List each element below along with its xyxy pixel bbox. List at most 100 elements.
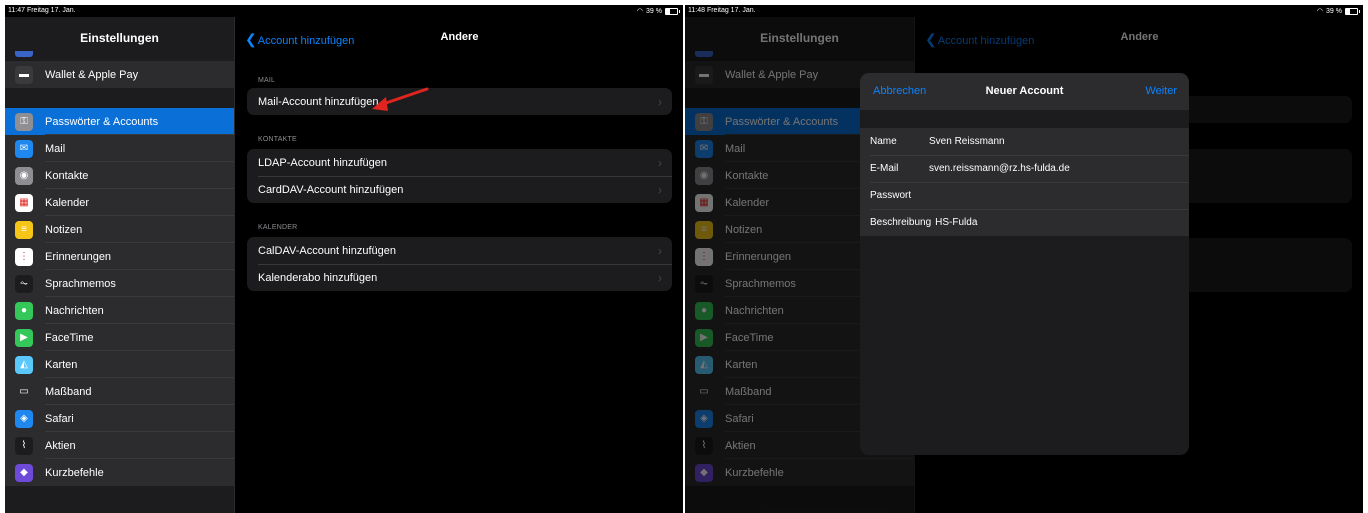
notes-icon: ≡ (15, 220, 33, 239)
battery-icon (665, 7, 680, 15)
sidebar-item-notizen[interactable]: ≡ Notizen (5, 216, 234, 243)
section-group-kalender: CalDAV-Account hinzufügen › Kalenderabo hi… (247, 237, 672, 291)
sidebar-item-label: Erinnerungen (45, 250, 112, 263)
sidebar-item-kalender[interactable]: ▦ Kalender (5, 189, 234, 216)
e-mail-field[interactable]: sven.reissmann@rz.hs-fulda.de (929, 163, 1070, 174)
screenshot-left: 11:47 Freitag 17. Jan. ◠ 39 % Einstellun… (5, 5, 683, 513)
sheet-title: Neuer Account (985, 85, 1064, 97)
beschreibung-field[interactable]: HS-Fulda (935, 217, 977, 228)
wifi-icon: ◠ (1316, 8, 1324, 15)
wallet-icon: ▬ (15, 65, 33, 84)
sidebar-item-label: Notizen (45, 223, 83, 236)
chevron-right-icon: › (658, 243, 662, 258)
sidebar-item-mail[interactable]: ✉ Mail (5, 135, 234, 162)
form-row-e-mail[interactable]: E-Mail sven.reissmann@rz.hs-fulda.de (860, 155, 1189, 182)
sidebar-item-safari[interactable]: ◈ Safari (5, 405, 234, 432)
sidebar-item-label: Kurzbefehle (45, 466, 104, 479)
sidebar-item-karten[interactable]: ◭ Karten (5, 351, 234, 378)
sidebar-item-sprachmemos[interactable]: ⏦ Sprachmemos (5, 270, 234, 297)
mail-icon: ✉ (15, 139, 33, 158)
field-label: Beschreibung (870, 217, 932, 228)
detail-pane: ❮Account hinzufügen Andere MAIL Mail-Acco… (234, 17, 683, 513)
status-battery: ◠ 39 % (1316, 7, 1360, 15)
sidebar-item-passwörter-accounts[interactable]: ⚿ Passwörter & Accounts (5, 108, 234, 135)
row-caldav-account-hinzufügen[interactable]: CalDAV-Account hinzufügen › (247, 237, 672, 264)
row-carddav-account-hinzufügen[interactable]: CardDAV-Account hinzufügen › (247, 176, 672, 203)
sidebar-item-erinnerungen[interactable]: ⋮ Erinnerungen (5, 243, 234, 270)
section-group-kontakte: LDAP-Account hinzufügen › CardDAV-Account … (247, 149, 672, 203)
chevron-right-icon: › (658, 94, 662, 109)
sidebar-item-nachrichten[interactable]: ● Nachrichten (5, 297, 234, 324)
sidebar-item-label: Sprachmemos (45, 277, 116, 290)
sidebar-item-label: Karten (45, 358, 78, 371)
row-label: CardDAV-Account hinzufügen (258, 183, 404, 196)
row-ldap-account-hinzufügen[interactable]: LDAP-Account hinzufügen › (247, 149, 672, 176)
stocks-icon: ⌇ (15, 436, 33, 455)
sidebar-group-apps: ⚿ Passwörter & Accounts ✉ Mail ◉ Kontakte ▦ Kal… (5, 108, 234, 486)
account-form: Name Sven Reissmann E-Mail sven.reissmann@r… (860, 128, 1189, 236)
status-bar: 11:47 Freitag 17. Jan. ◠ 39 % (5, 5, 683, 17)
field-label: Name (870, 136, 897, 147)
battery-icon (1345, 7, 1360, 15)
screenshot-right: 11:48 Freitag 17. Jan. ◠ 39 % Einstellun… (685, 5, 1363, 513)
name-field[interactable]: Sven Reissmann (929, 136, 1005, 147)
sidebar-item-label: Kontakte (45, 169, 89, 182)
form-row-name[interactable]: Name Sven Reissmann (860, 128, 1189, 155)
section-header-mail: MAIL (258, 77, 276, 84)
sidebar-item-label: Wallet & Apple Pay (45, 68, 139, 81)
sidebar-item-label: Aktien (45, 439, 76, 452)
page-title: Andere (440, 31, 479, 43)
next-button[interactable]: Weiter (1145, 85, 1177, 97)
field-label: E-Mail (870, 163, 899, 174)
shortcuts-icon: ◆ (15, 463, 33, 482)
partial-icon (15, 51, 33, 57)
row-label: CalDAV-Account hinzufügen (258, 244, 396, 257)
sidebar-item-facetime[interactable]: ▶ FaceTime (5, 324, 234, 351)
sidebar-item-wallet-apple-pay[interactable]: ▬ Wallet & Apple Pay (5, 61, 234, 88)
section-header-kalender: KALENDER (258, 224, 298, 231)
sidebar-item-label: Mail (45, 142, 66, 155)
chevron-right-icon: › (658, 270, 662, 285)
calendar-icon: ▦ (15, 193, 33, 212)
sidebar-item-kontakte[interactable]: ◉ Kontakte (5, 162, 234, 189)
sidebar-title: Einstellungen (80, 31, 159, 45)
field-label: Passwort (870, 190, 912, 201)
row-label: LDAP-Account hinzufügen (258, 156, 388, 169)
row-kalenderabo-hinzufügen[interactable]: Kalenderabo hinzufügen › (247, 264, 672, 291)
contacts-icon: ◉ (15, 166, 33, 185)
row-label: Kalenderabo hinzufügen (258, 271, 378, 284)
section-group-mail: Mail-Account hinzufügen › (247, 88, 672, 115)
messages-icon: ● (15, 301, 33, 320)
safari-icon: ◈ (15, 409, 33, 428)
measure-icon: ▭ (15, 382, 33, 401)
sheet-navbar: Abbrechen Neuer Account Weiter (860, 73, 1189, 110)
maps-icon: ◭ (15, 355, 33, 374)
section-header-kontakte: KONTAKTE (258, 136, 297, 143)
sidebar-item-label: Passwörter & Accounts (45, 115, 159, 128)
battery-label: 39 % (1326, 7, 1342, 15)
sidebar-item-label: Safari (45, 412, 74, 425)
battery-label: 39 % (646, 7, 662, 15)
status-time: 11:47 Freitag 17. Jan. (8, 7, 76, 14)
facetime-icon: ▶ (15, 328, 33, 347)
status-battery: ◠ 39 % (636, 7, 680, 15)
sidebar-item-kurzbefehle[interactable]: ◆ Kurzbefehle (5, 459, 234, 486)
form-row-passwort[interactable]: Passwort (860, 182, 1189, 209)
status-bar: 11:48 Freitag 17. Jan. ◠ 39 % (685, 5, 1363, 17)
row-mail-account-hinzufügen[interactable]: Mail-Account hinzufügen › (247, 88, 672, 115)
chevron-right-icon: › (658, 155, 662, 170)
wifi-icon: ◠ (636, 8, 644, 15)
voice-memos-icon: ⏦ (15, 274, 33, 293)
sidebar-item-label: FaceTime (45, 331, 94, 344)
sidebar-item-label: Maßband (45, 385, 92, 398)
sidebar-item-maßband[interactable]: ▭ Maßband (5, 378, 234, 405)
key-icon: ⚿ (15, 112, 33, 131)
reminders-icon: ⋮ (15, 247, 33, 266)
form-row-beschreibung[interactable]: Beschreibung HS-Fulda (860, 209, 1189, 236)
sidebar-item-label: Nachrichten (45, 304, 104, 317)
settings-sidebar: Einstellungen ▬ Wallet & Apple Pay ⚿ Passw… (5, 17, 234, 513)
sidebar-group-wallet: ▬ Wallet & Apple Pay (5, 61, 234, 88)
sidebar-item-aktien[interactable]: ⌇ Aktien (5, 432, 234, 459)
status-time: 11:48 Freitag 17. Jan. (688, 7, 756, 14)
row-label: Mail-Account hinzufügen (258, 95, 379, 108)
